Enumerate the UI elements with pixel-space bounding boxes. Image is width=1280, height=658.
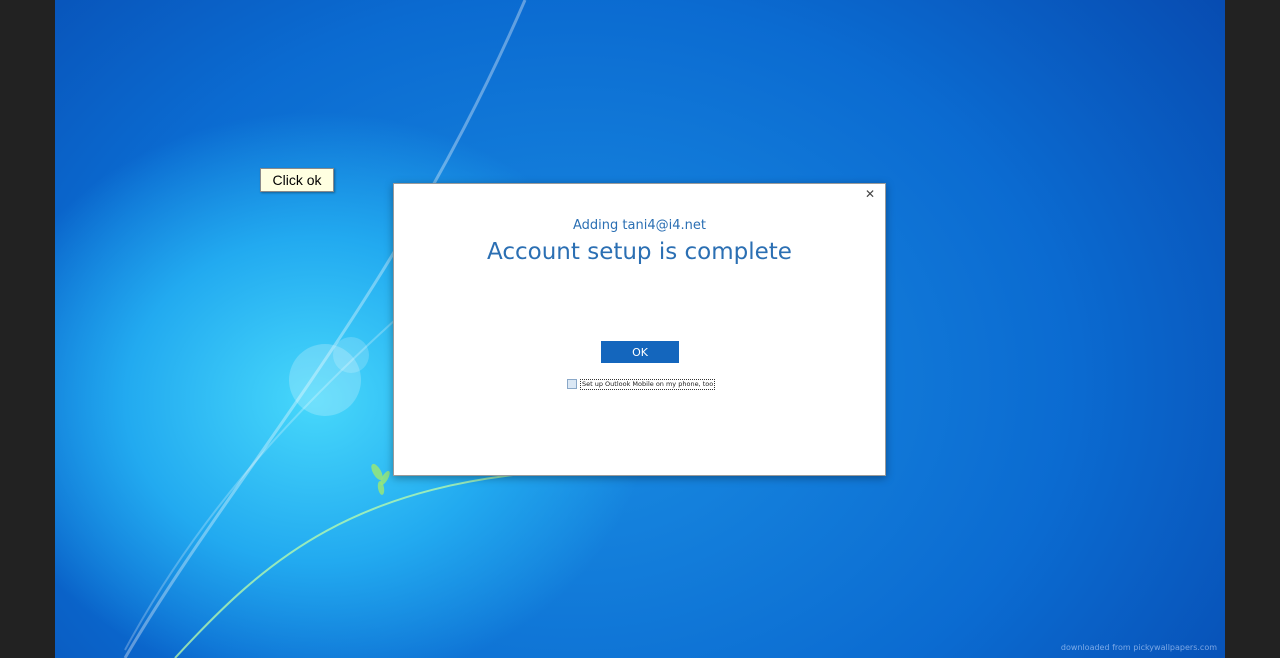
outlook-mobile-checkbox[interactable]: [567, 379, 577, 389]
outlook-mobile-option[interactable]: Set up Outlook Mobile on my phone, too: [567, 378, 716, 390]
close-icon: ✕: [864, 187, 876, 201]
instruction-tooltip: Click ok: [260, 168, 334, 192]
outlook-mobile-label[interactable]: Set up Outlook Mobile on my phone, too: [580, 378, 716, 390]
dialog-subtitle: Adding tani4@i4.net: [573, 218, 706, 233]
ok-button[interactable]: OK: [601, 341, 679, 363]
watermark-text: downloaded from pickywallpapers.com: [1060, 643, 1217, 652]
dialog-title: Account setup is complete: [487, 239, 792, 265]
close-button[interactable]: ✕: [863, 186, 877, 202]
account-setup-dialog: ✕ Adding tani4@i4.net Account setup is c…: [393, 183, 886, 476]
